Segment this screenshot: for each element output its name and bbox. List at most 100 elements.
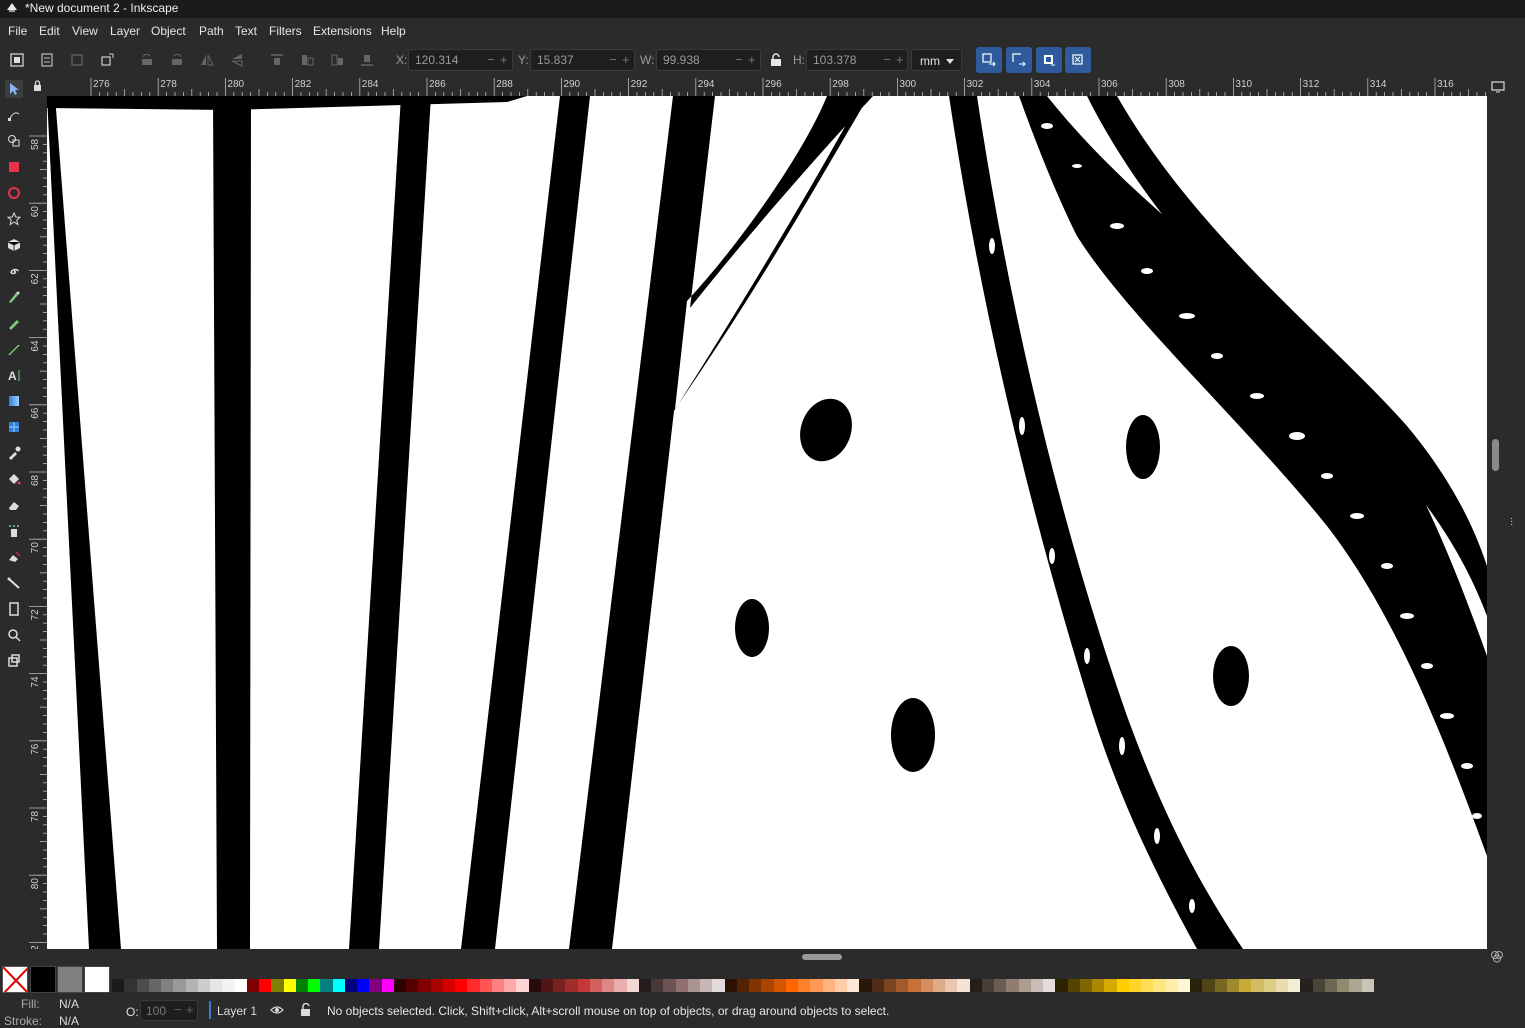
palette-swatch[interactable] <box>136 979 149 992</box>
palette-swatch[interactable] <box>1190 979 1203 992</box>
palette-swatch[interactable] <box>1030 979 1043 992</box>
palette-swatch[interactable] <box>1165 979 1178 992</box>
palette-swatch[interactable] <box>1055 979 1068 992</box>
palette-swatch[interactable] <box>1043 979 1056 992</box>
palette-swatch[interactable] <box>1361 979 1374 992</box>
ellipse-tool-icon[interactable] <box>5 184 23 202</box>
star-tool-icon[interactable] <box>5 210 23 228</box>
palette-swatch[interactable] <box>798 979 811 992</box>
palette-swatch[interactable] <box>847 979 860 992</box>
palette-swatch[interactable] <box>957 979 970 992</box>
palette-swatch[interactable] <box>246 979 259 992</box>
lower-icon[interactable] <box>328 51 346 69</box>
horizontal-ruler[interactable]: 276 278 280 282 284 286 288 290 292 294 296 298 300 3… <box>47 77 1495 96</box>
palette-swatch[interactable] <box>197 979 210 992</box>
palette-swatch[interactable] <box>442 979 455 992</box>
palette-swatch[interactable] <box>553 979 566 992</box>
palette-swatch[interactable] <box>1006 979 1019 992</box>
palette-swatch[interactable] <box>344 979 357 992</box>
palette-swatch[interactable] <box>589 979 602 992</box>
palette-swatch[interactable] <box>210 979 223 992</box>
palette-swatch[interactable] <box>259 979 272 992</box>
palette-swatch[interactable] <box>1312 979 1325 992</box>
menu-text[interactable]: Text <box>235 24 257 38</box>
3dbox-tool-icon[interactable] <box>5 236 23 254</box>
palette-swatch[interactable] <box>455 979 468 992</box>
palette-swatch[interactable] <box>871 979 884 992</box>
x-decrement-icon[interactable]: − <box>487 52 495 67</box>
palette-swatch[interactable] <box>124 979 137 992</box>
menu-filters[interactable]: Filters <box>269 24 302 38</box>
menu-path[interactable]: Path <box>199 24 224 38</box>
palette-swatch[interactable] <box>749 979 762 992</box>
palette-swatch[interactable] <box>504 979 517 992</box>
palette-swatch[interactable] <box>724 979 737 992</box>
zoom-erase-tool-icon[interactable] <box>5 548 23 566</box>
move-patterns-icon[interactable] <box>1065 47 1091 73</box>
palette-swatch[interactable] <box>295 979 308 992</box>
palette-swatch[interactable] <box>908 979 921 992</box>
move-gradients-icon[interactable] <box>1036 47 1062 73</box>
palette-swatch[interactable] <box>1067 979 1080 992</box>
horizontal-scrollbar[interactable] <box>47 949 1487 966</box>
palette-swatch[interactable] <box>234 979 247 992</box>
y-field[interactable]: − + <box>530 49 635 71</box>
h-decrement-icon[interactable]: − <box>883 52 891 67</box>
palette-swatch[interactable] <box>112 979 125 992</box>
selector-tool-icon[interactable] <box>5 80 23 98</box>
palette-swatch[interactable] <box>528 979 541 992</box>
menu-help[interactable]: Help <box>381 24 406 38</box>
x-increment-icon[interactable]: + <box>500 52 508 67</box>
palette-swatch[interactable] <box>945 979 958 992</box>
palette-swatch[interactable] <box>663 979 676 992</box>
palette-swatch[interactable] <box>614 979 627 992</box>
palette-swatch[interactable] <box>651 979 664 992</box>
h-increment-icon[interactable]: + <box>896 52 904 67</box>
h-input[interactable] <box>813 53 883 67</box>
palette-swatch[interactable] <box>1349 979 1362 992</box>
palette-swatch[interactable] <box>369 979 382 992</box>
palette-swatch[interactable] <box>1300 979 1313 992</box>
palette-swatch[interactable] <box>1104 979 1117 992</box>
palette-swatch[interactable] <box>467 979 480 992</box>
palette-swatch[interactable] <box>1141 979 1154 992</box>
rotate-ccw-icon[interactable] <box>138 51 156 69</box>
palette-swatch[interactable] <box>626 979 639 992</box>
menu-view[interactable]: View <box>72 24 98 38</box>
palette-swatch[interactable] <box>981 979 994 992</box>
eraser-tool-icon[interactable] <box>5 496 23 514</box>
flip-horizontal-icon[interactable] <box>198 51 216 69</box>
menu-extensions[interactable]: Extensions <box>313 24 372 38</box>
raise-icon[interactable] <box>298 51 316 69</box>
rectangle-tool-icon[interactable] <box>5 158 23 176</box>
deselect-icon[interactable] <box>68 51 86 69</box>
node-tool-icon[interactable] <box>5 106 23 124</box>
palette-swatch[interactable] <box>283 979 296 992</box>
y-input[interactable] <box>537 53 607 67</box>
scale-corners-icon[interactable] <box>1006 47 1032 73</box>
pen-tool-icon[interactable] <box>5 288 23 306</box>
palette-swatch[interactable] <box>491 979 504 992</box>
palette-swatch[interactable] <box>773 979 786 992</box>
y-increment-icon[interactable]: + <box>622 52 630 67</box>
calligraphy-tool-icon[interactable] <box>5 340 23 358</box>
vertical-scrollbar-thumb[interactable] <box>1492 439 1499 471</box>
measure-tool-icon[interactable] <box>5 652 23 670</box>
w-field[interactable]: − + <box>656 49 761 71</box>
palette-swatch[interactable] <box>540 979 553 992</box>
palette-swatch[interactable] <box>516 979 529 992</box>
palette-swatch[interactable] <box>1153 979 1166 992</box>
no-paint-swatch[interactable] <box>2 966 28 993</box>
tweak-tool-icon[interactable] <box>5 132 23 150</box>
palette-swatch[interactable] <box>320 979 333 992</box>
mesh-tool-icon[interactable] <box>5 418 23 436</box>
raise-to-top-icon[interactable] <box>268 51 286 69</box>
spiral-tool-icon[interactable] <box>5 262 23 280</box>
palette-swatch[interactable] <box>271 979 284 992</box>
current-layer[interactable]: Layer 1 <box>217 1004 257 1018</box>
w-increment-icon[interactable]: + <box>748 52 756 67</box>
text-tool-icon[interactable]: A <box>5 366 23 384</box>
palette-swatch[interactable] <box>406 979 419 992</box>
palette-swatch[interactable] <box>1018 979 1031 992</box>
palette-swatch[interactable] <box>761 979 774 992</box>
